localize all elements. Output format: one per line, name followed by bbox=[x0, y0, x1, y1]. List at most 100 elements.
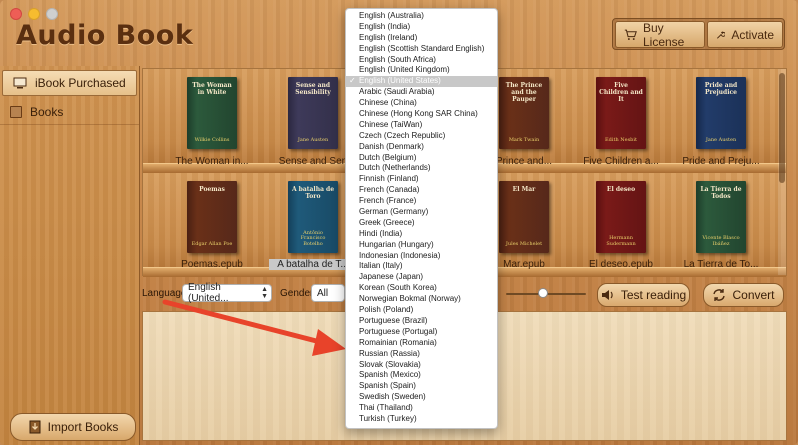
language-menu-item[interactable]: Turkish (Turkey) bbox=[346, 414, 497, 425]
convert-label: Convert bbox=[732, 288, 775, 302]
language-menu-item-label: French (Canada) bbox=[359, 185, 420, 195]
language-menu-item-label: English (United States) bbox=[359, 76, 441, 86]
language-menu-item[interactable]: Thai (Thailand) bbox=[346, 403, 497, 414]
sidebar-item-ibook-purchased[interactable]: iBook Purchased bbox=[2, 70, 137, 96]
language-menu-item[interactable]: English (Australia) bbox=[346, 11, 497, 22]
language-menu-item[interactable]: Spanish (Spain) bbox=[346, 381, 497, 392]
activate-button[interactable]: Activate bbox=[707, 21, 783, 48]
language-menu-item[interactable]: Finnish (Finland) bbox=[346, 174, 497, 185]
language-menu-item[interactable]: Portuguese (Brazil) bbox=[346, 316, 497, 327]
minimize-window-icon[interactable] bbox=[28, 8, 40, 20]
test-reading-button[interactable]: Test reading bbox=[597, 283, 690, 307]
language-menu-item-label: Hungarian (Hungary) bbox=[359, 239, 434, 249]
language-menu-item-label: Hindi (India) bbox=[359, 228, 403, 238]
language-menu-item[interactable]: English (South Africa) bbox=[346, 55, 497, 66]
book-file-label[interactable]: Poemas.epub bbox=[168, 259, 256, 270]
language-menu-item-label: German (Germany) bbox=[359, 207, 429, 217]
language-menu-item-label: Spanish (Spain) bbox=[359, 381, 416, 391]
close-window-icon[interactable] bbox=[10, 8, 22, 20]
language-menu-item-label: Japanese (Japan) bbox=[359, 272, 424, 282]
language-menu-item[interactable]: Polish (Poland) bbox=[346, 305, 497, 316]
language-menu-item[interactable]: Greek (Greece) bbox=[346, 218, 497, 229]
language-menu-item[interactable]: English (Scottish Standard English) bbox=[346, 44, 497, 55]
book-file-label[interactable]: Sense and Sen bbox=[269, 156, 357, 167]
language-menu-item[interactable]: Russian (Rassia) bbox=[346, 349, 497, 360]
language-menu-item[interactable]: English (India) bbox=[346, 22, 497, 33]
book-cover[interactable]: La Tierra de Todos Vicente Blasco Ibáñez bbox=[696, 181, 746, 253]
language-menu-item[interactable]: Czech (Czech Republic) bbox=[346, 131, 497, 142]
gender-select[interactable]: All bbox=[311, 284, 345, 302]
language-menu-item-label: French (France) bbox=[359, 196, 417, 206]
language-menu-item[interactable]: Romainian (Romania) bbox=[346, 338, 497, 349]
language-menu-item-label: Dutch (Belgium) bbox=[359, 152, 417, 162]
import-books-button[interactable]: Import Books bbox=[10, 413, 136, 441]
book-cover[interactable]: Poemas Edgar Allan Poe bbox=[187, 181, 237, 253]
language-menu-item[interactable]: Arabic (Saudi Arabia) bbox=[346, 87, 497, 98]
language-menu-item[interactable]: Dutch (Netherlands) bbox=[346, 163, 497, 174]
book-cover-author: Wilkie Collins bbox=[194, 136, 230, 143]
sidebar-item-label: iBook Purchased bbox=[35, 76, 126, 90]
speed-slider-knob[interactable] bbox=[538, 288, 548, 298]
language-menu-item-label: Korean (South Korea) bbox=[359, 283, 437, 293]
language-menu-item-label: English (Scottish Standard English) bbox=[359, 43, 485, 53]
language-menu-item[interactable]: Norwegian Bokmal (Norway) bbox=[346, 294, 497, 305]
zoom-window-icon[interactable] bbox=[46, 8, 58, 20]
language-menu-item[interactable]: Portuguese (Portugal) bbox=[346, 327, 497, 338]
wrench-icon bbox=[716, 30, 726, 39]
language-menu-item-label: English (India) bbox=[359, 21, 411, 31]
language-menu-item[interactable]: Chinese (China) bbox=[346, 98, 497, 109]
language-select-value: English (United... bbox=[188, 282, 229, 304]
book-cover[interactable]: The Woman in White Wilkie Collins bbox=[187, 77, 237, 149]
language-menu-item[interactable]: Japanese (Japan) bbox=[346, 272, 497, 283]
language-menu-item[interactable]: Swedish (Sweden) bbox=[346, 392, 497, 403]
language-menu-item-label: Romainian (Romania) bbox=[359, 337, 437, 347]
shelf-scrollbar[interactable] bbox=[778, 69, 786, 275]
book-cover[interactable]: A batalha de Toro Antônio Francisco Botel… bbox=[288, 181, 338, 253]
book-cover[interactable]: Pride and Prejudice Jane Austen bbox=[696, 77, 746, 149]
computer-icon bbox=[13, 77, 27, 89]
buy-license-button[interactable]: Buy License bbox=[615, 21, 705, 49]
book-file-label[interactable]: A batalha de T... bbox=[269, 259, 357, 270]
language-menu-item[interactable]: Slovak (Slovakia) bbox=[346, 360, 497, 371]
language-menu-item[interactable]: English (Ireland) bbox=[346, 33, 497, 44]
book-cover[interactable]: El Mar Jules Michelet bbox=[499, 181, 549, 253]
sidebar: iBook Purchased Books bbox=[0, 66, 140, 445]
book-file-label[interactable]: Five Children a... bbox=[577, 156, 665, 167]
language-menu-item[interactable]: Italian (Italy) bbox=[346, 261, 497, 272]
book-icon bbox=[10, 105, 22, 118]
convert-button[interactable]: Convert bbox=[703, 283, 784, 307]
language-menu-item[interactable]: Indonesian (Indonesia) bbox=[346, 251, 497, 262]
shelf-scroll-thumb[interactable] bbox=[779, 73, 785, 183]
book-file-label[interactable]: The Woman in... bbox=[168, 156, 256, 167]
language-menu-item[interactable]: Chinese (TaiWan) bbox=[346, 120, 497, 131]
language-menu-item[interactable]: French (France) bbox=[346, 196, 497, 207]
language-select[interactable]: English (United... ▲ ▼ bbox=[182, 282, 272, 304]
book-cover[interactable]: Five Children and It Edith Nesbit bbox=[596, 77, 646, 149]
book-cover[interactable]: Sense and Sensibility Jane Austen bbox=[288, 77, 338, 149]
book-cover-title: El Mar bbox=[512, 186, 536, 193]
language-menu-item[interactable]: ✓ English (United States) bbox=[346, 76, 497, 88]
language-menu-item[interactable]: French (Canada) bbox=[346, 185, 497, 196]
book-cover[interactable]: El deseo Hermann Sudermann bbox=[596, 181, 646, 253]
language-menu-item-label: Portuguese (Brazil) bbox=[359, 315, 428, 325]
book-file-label[interactable]: El deseo.epub bbox=[577, 259, 665, 270]
language-menu-item[interactable]: Hungarian (Hungary) bbox=[346, 240, 497, 251]
book-file-label[interactable]: La Tierra de To... bbox=[677, 259, 765, 270]
language-menu-item[interactable]: Chinese (Hong Kong SAR China) bbox=[346, 109, 497, 120]
book-cover-title: The Woman in White bbox=[192, 82, 232, 96]
language-menu-item[interactable]: Hindi (India) bbox=[346, 229, 497, 240]
book-cover[interactable]: The Prince and the Pauper Mark Twain bbox=[499, 77, 549, 149]
book-file-label[interactable]: Pride and Preju... bbox=[677, 156, 765, 167]
language-menu-item[interactable]: Korean (South Korea) bbox=[346, 283, 497, 294]
language-menu-item[interactable]: English (United Kingdom) bbox=[346, 65, 497, 76]
language-menu-item[interactable]: Danish (Denmark) bbox=[346, 142, 497, 153]
language-menu-item[interactable]: German (Germany) bbox=[346, 207, 497, 218]
language-menu-item[interactable]: Spanish (Mexico) bbox=[346, 370, 497, 381]
activate-label: Activate bbox=[731, 27, 774, 42]
book-cover-author: Antônio Francisco Botelho bbox=[300, 229, 326, 247]
sidebar-item-label: Books bbox=[30, 104, 64, 119]
sidebar-item-books[interactable]: Books bbox=[0, 99, 139, 125]
app-title: Audio Book bbox=[16, 20, 194, 51]
language-menu-item[interactable]: Dutch (Belgium) bbox=[346, 153, 497, 164]
book-cover-title: El deseo bbox=[606, 186, 636, 193]
